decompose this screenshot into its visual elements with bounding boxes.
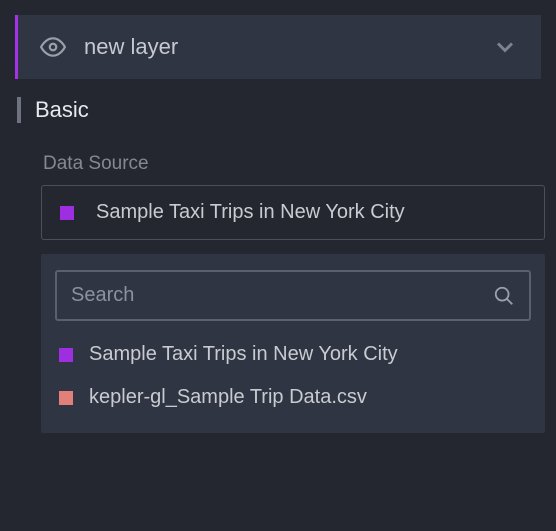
dataset-color-swatch [59,348,73,362]
search-input[interactable] [71,284,483,307]
basic-section: Basic Data Source Sample Taxi Trips in N… [0,79,556,433]
visibility-icon[interactable] [40,34,66,60]
dropdown-option[interactable]: Sample Taxi Trips in New York City [55,333,531,376]
section-title: Basic [35,97,89,123]
data-source-dropdown: Sample Taxi Trips in New York City keple… [41,254,545,433]
option-label: Sample Taxi Trips in New York City [89,343,398,366]
layer-header[interactable]: new layer [15,15,541,79]
search-icon [493,285,515,307]
dataset-color-swatch [59,391,73,405]
data-source-select[interactable]: Sample Taxi Trips in New York City [41,185,545,240]
dropdown-option[interactable]: kepler-gl_Sample Trip Data.csv [55,376,531,419]
section-indicator [17,97,21,123]
data-source-selected: Sample Taxi Trips in New York City [96,201,405,224]
section-header: Basic [17,97,541,123]
chevron-down-icon[interactable] [491,33,519,61]
dataset-color-swatch [60,206,74,220]
option-label: kepler-gl_Sample Trip Data.csv [89,386,367,409]
option-list: Sample Taxi Trips in New York City keple… [55,333,531,419]
layer-title[interactable]: new layer [84,34,473,60]
search-box[interactable] [55,270,531,321]
data-source-label: Data Source [43,153,541,175]
